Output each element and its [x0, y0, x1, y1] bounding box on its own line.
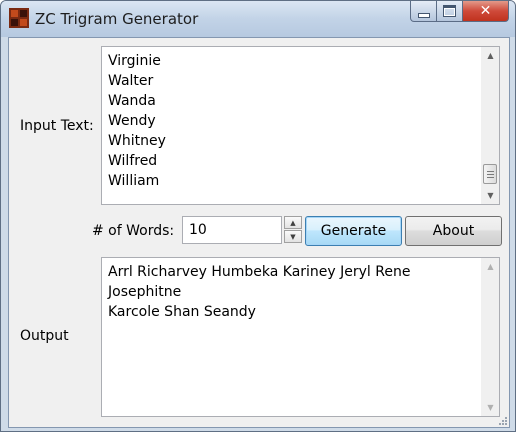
list-item: Wanda	[108, 93, 156, 109]
title-bar[interactable]: ZC Trigram Generator ✕	[1, 1, 515, 37]
app-icon[interactable]	[9, 8, 29, 28]
num-words-label: # of Words:	[92, 223, 175, 239]
scrollbar-thumb[interactable]	[483, 164, 497, 184]
output-scrollbar[interactable]: ▲ ▼	[481, 258, 499, 416]
input-text-label: Input Text:	[20, 118, 94, 134]
input-textarea[interactable]: Virginie Walter Wanda Wendy Whitney Wilf…	[101, 46, 500, 205]
chevron-down-icon[interactable]: ▼	[482, 187, 499, 204]
chevron-down-icon: ▼	[290, 232, 296, 241]
num-words-input[interactable]: 10	[182, 216, 282, 244]
minimize-button[interactable]	[410, 1, 437, 22]
chevron-up-icon[interactable]: ▲	[482, 47, 499, 64]
input-list: Virginie Walter Wanda Wendy Whitney Wilf…	[108, 51, 477, 191]
about-button[interactable]: About	[405, 216, 502, 246]
generate-button[interactable]: Generate	[305, 216, 402, 246]
minimize-icon	[417, 12, 430, 18]
window-title: ZC Trigram Generator	[35, 10, 199, 28]
output-label: Output	[20, 328, 69, 344]
close-button[interactable]: ✕	[463, 1, 509, 22]
input-scrollbar[interactable]: ▲ ▼	[481, 47, 499, 204]
chevron-up-icon: ▲	[290, 218, 296, 227]
caption-buttons: ✕	[410, 1, 509, 23]
output-line: Karcole Shan Seandy	[108, 304, 256, 320]
spin-down-button[interactable]: ▼	[284, 230, 302, 243]
spin-up-button[interactable]: ▲	[284, 216, 302, 229]
list-item: Virginie	[108, 53, 161, 69]
list-item: Wilfred	[108, 153, 158, 169]
list-item: Wendy	[108, 113, 156, 129]
client-area: Input Text: Virginie Walter Wanda Wendy …	[8, 37, 510, 428]
list-item: Whitney	[108, 133, 166, 149]
resize-grip-icon[interactable]	[497, 415, 507, 425]
output-textarea[interactable]: Arrl Richarvey Humbeka Kariney Jeryl Ren…	[101, 257, 500, 417]
list-item: Walter	[108, 73, 154, 89]
list-item: William	[108, 173, 160, 189]
output-line: Arrl Richarvey Humbeka Kariney Jeryl Ren…	[108, 264, 411, 300]
maximize-icon	[443, 5, 456, 17]
app-window: ZC Trigram Generator ✕ Input Text: Virgi…	[0, 0, 516, 432]
chevron-up-icon[interactable]: ▲	[482, 258, 499, 275]
output-text: Arrl Richarvey Humbeka Kariney Jeryl Ren…	[108, 262, 477, 322]
maximize-button[interactable]	[437, 1, 463, 22]
chevron-down-icon[interactable]: ▼	[482, 399, 499, 416]
close-icon: ✕	[479, 3, 492, 19]
